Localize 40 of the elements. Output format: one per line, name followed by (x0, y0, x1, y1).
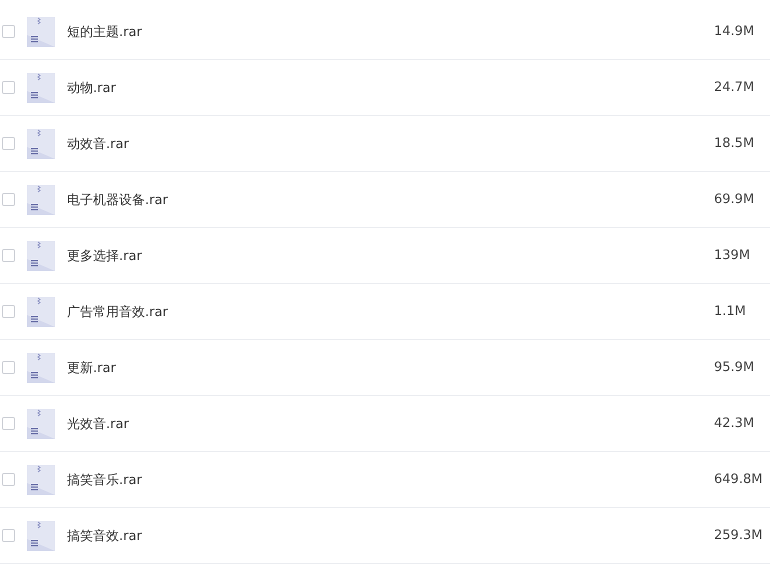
archive-file-icon (26, 520, 56, 550)
file-size: 649.8M (714, 472, 764, 487)
file-size: 95.9M (714, 360, 756, 375)
archive-file-icon (26, 464, 56, 494)
file-size: 69.9M (714, 192, 756, 207)
file-name[interactable]: 动物.rar (67, 78, 714, 96)
file-name[interactable]: 动效音.rar (67, 134, 714, 152)
file-size: 1.1M (714, 304, 747, 319)
archive-file-icon (26, 128, 56, 158)
checkbox[interactable] (2, 361, 15, 374)
checkbox[interactable] (2, 529, 15, 542)
file-name[interactable]: 更新.rar (67, 358, 714, 376)
file-name[interactable]: 搞笑音效.rar (67, 526, 714, 544)
file-size: 24.7M (714, 80, 756, 95)
archive-file-icon (26, 408, 56, 438)
file-name[interactable]: 短的主题.rar (67, 22, 714, 40)
file-name[interactable]: 更多选择.rar (67, 246, 714, 264)
checkbox[interactable] (2, 473, 15, 486)
checkbox[interactable] (2, 137, 15, 150)
archive-file-icon (26, 352, 56, 382)
file-size: 14.9M (714, 24, 756, 39)
file-name[interactable]: 广告常用音效.rar (67, 302, 714, 320)
checkbox[interactable] (2, 249, 15, 262)
checkbox[interactable] (2, 81, 15, 94)
file-size: 259.3M (714, 528, 764, 543)
file-size: 18.5M (714, 136, 756, 151)
archive-file-icon (26, 296, 56, 326)
file-name[interactable]: 搞笑音乐.rar (67, 470, 714, 488)
file-size: 139M (714, 248, 752, 263)
archive-file-icon (26, 184, 56, 214)
archive-file-icon (26, 16, 56, 46)
file-size: 42.3M (714, 416, 756, 431)
archive-file-icon (26, 240, 56, 270)
file-name[interactable]: 电子机器设备.rar (67, 190, 714, 208)
file-name[interactable]: 光效音.rar (67, 414, 714, 432)
checkbox[interactable] (2, 25, 15, 38)
checkbox[interactable] (2, 193, 15, 206)
archive-file-icon (26, 72, 56, 102)
checkbox[interactable] (2, 417, 15, 430)
checkbox[interactable] (2, 305, 15, 318)
